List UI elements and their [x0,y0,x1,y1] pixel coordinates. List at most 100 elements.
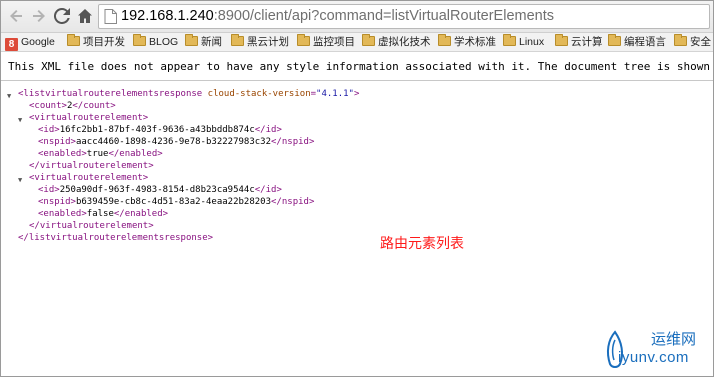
bookmark-folder-security[interactable]: 安全 [674,34,711,50]
bookmark-label: Google [21,36,55,48]
home-button[interactable] [75,6,95,26]
xml-tag: <listvirtualrouterelementsresponse [18,89,203,99]
xml-tag: <nspid> [38,137,76,147]
folder-icon [133,34,146,46]
folder-icon [503,34,516,46]
xml-tag: </listvirtualrouterelementsresponse> [18,233,214,243]
browser-toolbar: 192.168.1.240:8900/client/api?command=li… [0,0,714,33]
bookmark-folder-linux[interactable]: Linux [503,34,545,50]
back-button[interactable] [6,6,26,26]
bookmark-label: 新闻 [201,36,222,48]
forward-button[interactable] [29,6,49,26]
bookmark-label: 虚拟化技术 [378,36,431,48]
reload-icon [53,7,70,24]
watermark-cn: 运维网 [651,330,697,348]
xml-element-2-nspid: <nspid>b639459e-cb8c-4d51-83a2-4eaa22b28… [38,196,314,208]
bookmark-folder-cloud[interactable]: 云计算 [555,34,603,50]
xml-tag: </virtualrouterelement> [29,161,154,171]
bookmark-folder-virtualization[interactable]: 虚拟化技术 [362,34,431,50]
bookmark-label: 学术标准 [454,36,496,48]
folder-icon [674,34,687,46]
folder-icon [297,34,310,46]
xml-tag: <enabled> [38,209,87,219]
xml-element-1-enabled: <enabled>true</enabled> [38,148,163,160]
xml-element-2-enabled: <enabled>false</enabled> [38,208,168,220]
bookmark-folder-programming[interactable]: 编程语言 [608,34,666,50]
bookmark-label: BLOG [149,36,179,48]
xml-tag: </count> [72,101,116,111]
xml-element-2-id: <id>250a90df-963f-4983-8154-d8b23ca9544c… [38,184,282,196]
xml-root-open: <listvirtualrouterelementsresponse cloud… [18,88,359,100]
folder-icon [67,34,80,46]
xml-tag: </enabled> [113,209,169,219]
xml-root-close: </listvirtualrouterelementsresponse> [18,232,213,244]
watermark: 运维网 iyunv.com [594,328,710,373]
xml-tag: <virtualrouterelement> [29,113,149,123]
reload-button[interactable] [52,6,72,26]
xml-nspid-value: b639459e-cb8c-4d51-83a2-4eaa22b28203 [75,197,272,207]
bookmark-folder-monitoring[interactable]: 监控项目 [297,34,355,50]
home-icon [78,9,92,23]
bookmark-label: 云计算 [571,36,603,48]
bookmark-label: 安全 [690,36,711,48]
xml-id-value: 250a90df-963f-4983-8154-d8b23ca9544c [59,185,255,195]
bookmark-label: Linux [519,36,545,48]
xml-count-line: <count>2</count> [29,100,116,112]
collapse-toggle-element-2[interactable]: ▼ [18,174,26,184]
xml-attr-name: cloud-stack-version [207,89,311,99]
xml-style-notice-text: This XML file does not appear to have an… [8,60,714,73]
xml-tag: <enabled> [38,149,87,159]
xml-element-1-id: <id>16fc2bb1-87bf-403f-9636-a43bbddb874c… [38,124,282,136]
xml-style-notice: This XML file does not appear to have an… [0,53,714,81]
bookmark-folder-standards[interactable]: 学术标准 [438,34,496,50]
xml-element-1-close: </virtualrouterelement> [29,160,154,172]
xml-tag: <count> [29,101,67,111]
url-text: 192.168.1.240:8900/client/api?command=li… [121,8,554,24]
bookmark-folder-blackcloud[interactable]: 黑云计划 [231,34,289,50]
collapse-toggle-element-1[interactable]: ▼ [18,114,26,124]
xml-enabled-value: false [86,209,114,219]
xml-tag: <virtualrouterelement> [29,173,149,183]
url-host: 192.168.1.240 [121,8,214,24]
xml-tag: <id> [38,185,60,195]
folder-icon [608,34,621,46]
address-bar[interactable]: 192.168.1.240:8900/client/api?command=li… [98,4,710,29]
page-icon [104,9,117,24]
xml-element-1-nspid: <nspid>aacc4460-1898-4236-9e78-b32227983… [38,136,314,148]
xml-tag: </id> [254,125,282,135]
xml-tag: </nspid> [271,137,315,147]
bookmark-label: 编程语言 [624,36,666,48]
arrow-left-icon [10,10,22,22]
bookmarks-bar: 8 Google 项目开发 BLOG 新闻 黑云计划 监控项目 虚拟化技术 学术标… [0,33,714,52]
folder-icon [185,34,198,46]
xml-element-2-open: <virtualrouterelement> [29,172,148,184]
arrow-right-icon [33,10,45,22]
collapse-toggle-root[interactable]: ▼ [7,90,15,100]
xml-tag: > [353,89,360,99]
xml-id-value: 16fc2bb1-87bf-403f-9636-a43bbddb874c [59,125,255,135]
xml-tag: </enabled> [108,149,163,159]
annotation-label: 路由元素列表 [380,236,464,252]
folder-icon [362,34,375,46]
bookmark-label: 监控项目 [313,36,355,48]
xml-tag: <id> [38,125,60,135]
xml-nspid-value: aacc4460-1898-4236-9e78-b32227983c32 [75,137,272,147]
xml-tag: </virtualrouterelement> [29,221,154,231]
url-path: :8900/client/api?command=listVirtualRout… [213,8,554,24]
xml-element-1-open: <virtualrouterelement> [29,112,148,124]
bookmark-folder-projects[interactable]: 项目开发 [67,34,125,50]
google-icon: 8 [5,38,18,51]
xml-tag: </id> [254,185,282,195]
xml-tag: </nspid> [271,197,315,207]
xml-element-2-close: </virtualrouterelement> [29,220,154,232]
bookmark-folder-news[interactable]: 新闻 [185,34,222,50]
xml-enabled-value: true [86,149,109,159]
folder-icon [231,34,244,46]
bookmark-folder-blog[interactable]: BLOG [133,34,179,50]
bookmark-label: 黑云计划 [247,36,289,48]
xml-attr-value: "4.1.1" [316,89,354,99]
bookmark-google[interactable]: 8 Google [5,35,55,51]
folder-icon [555,34,568,46]
folder-icon [438,34,451,46]
bookmark-label: 项目开发 [83,36,125,48]
